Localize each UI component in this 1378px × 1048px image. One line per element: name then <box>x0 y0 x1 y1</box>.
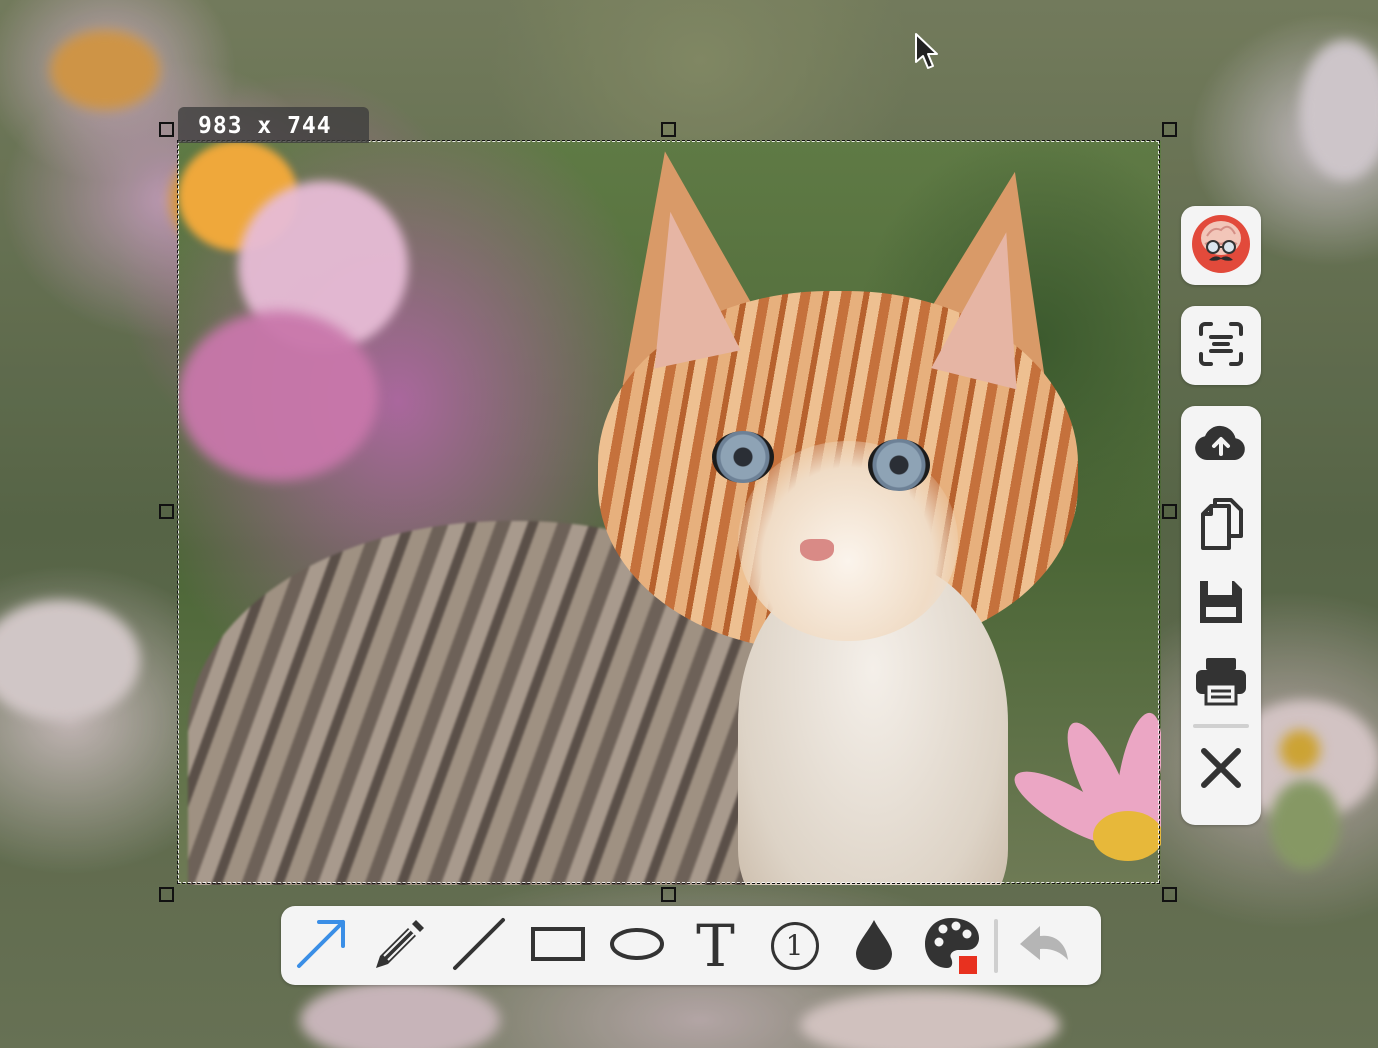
floppy-disk-icon <box>1198 579 1244 629</box>
line-tool-button[interactable] <box>439 906 518 985</box>
blur-tool-button[interactable] <box>834 906 913 985</box>
counter-value: 1 <box>785 928 804 962</box>
arrow-tool-button[interactable] <box>281 906 360 985</box>
resize-handle-right[interactable] <box>1162 504 1177 519</box>
pencil-icon <box>372 916 428 976</box>
mouse-cursor-icon <box>914 32 940 74</box>
rectangle-tool-button[interactable] <box>518 906 597 985</box>
text-scan-icon <box>1197 320 1245 372</box>
undo-button[interactable] <box>1006 906 1085 985</box>
print-button[interactable] <box>1181 643 1261 722</box>
close-icon <box>1199 746 1243 794</box>
rectangle-icon <box>530 924 586 968</box>
resize-handle-bottom-left[interactable] <box>159 887 174 902</box>
ocr-button[interactable] <box>1181 306 1261 385</box>
line-icon <box>451 916 507 976</box>
pencil-tool-button[interactable] <box>360 906 439 985</box>
toolbar-divider <box>994 918 998 973</box>
printer-icon <box>1194 656 1248 710</box>
undo-icon <box>1018 924 1074 968</box>
selection-size-label: 983 x 744 <box>178 107 369 143</box>
copy-button[interactable] <box>1181 485 1261 564</box>
cloud-upload-icon <box>1193 424 1249 468</box>
resize-handle-top-left[interactable] <box>159 122 174 137</box>
drawing-toolbar: T 1 <box>281 906 1101 985</box>
resize-handle-top-right[interactable] <box>1162 122 1177 137</box>
selected-color-swatch <box>958 955 977 974</box>
avatar-button[interactable] <box>1181 206 1261 285</box>
drop-icon <box>854 918 894 974</box>
resize-handle-bottom[interactable] <box>661 887 676 902</box>
upload-button[interactable] <box>1181 406 1261 485</box>
resize-handle-bottom-right[interactable] <box>1162 887 1177 902</box>
close-button[interactable] <box>1181 730 1261 809</box>
arrow-icon <box>293 916 349 976</box>
palette-icon <box>923 914 983 978</box>
text-tool-icon: T <box>696 911 735 980</box>
actions-card <box>1181 406 1261 825</box>
counter-tool-button[interactable]: 1 <box>755 906 834 985</box>
selection-border-inner <box>178 141 1159 883</box>
brain-mustache-avatar-icon <box>1191 214 1251 278</box>
save-button[interactable] <box>1181 564 1261 643</box>
ocr-card <box>1181 306 1261 385</box>
toolbar-divider <box>1193 724 1249 728</box>
resize-handle-left[interactable] <box>159 504 174 519</box>
copy-icon <box>1199 496 1243 554</box>
number-marker-icon: 1 <box>770 921 819 970</box>
avatar-card <box>1181 206 1261 285</box>
text-tool-button[interactable]: T <box>676 906 755 985</box>
color-tool-button[interactable] <box>913 906 992 985</box>
resize-handle-top[interactable] <box>661 122 676 137</box>
ellipse-tool-button[interactable] <box>597 906 676 985</box>
ellipse-icon <box>609 924 665 968</box>
